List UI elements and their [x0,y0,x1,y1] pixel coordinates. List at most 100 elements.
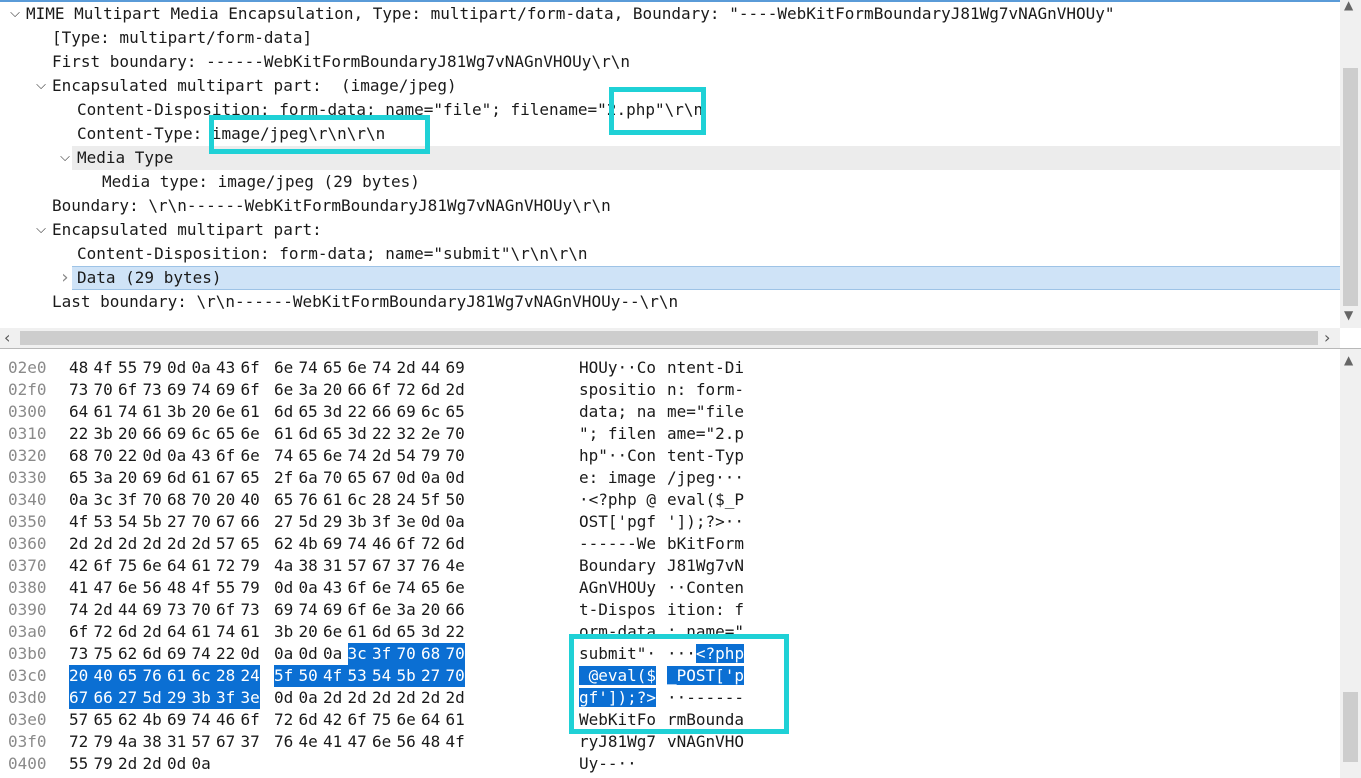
hex-byte[interactable]: 79 [94,731,113,753]
hex-byte[interactable]: 48 [167,577,186,599]
ascii-group[interactable]: ition: f [667,599,744,621]
hex-byte[interactable]: 65 [421,577,440,599]
hex-byte[interactable]: 0a [274,643,293,665]
hex-byte[interactable]: 20 [323,379,342,401]
hex-byte[interactable]: 4b [143,709,162,731]
scroll-right-icon[interactable]: › [1324,328,1330,347]
hex-byte[interactable]: 3f [216,687,241,709]
hex-byte[interactable]: 3b [274,621,293,643]
hex-byte[interactable]: 68 [69,445,88,467]
hex-byte[interactable]: 65 [274,489,293,511]
hex-byte[interactable]: 70 [445,643,465,665]
hex-byte[interactable]: 65 [94,709,113,731]
hex-byte[interactable]: 37 [241,731,260,753]
scroll-up-icon[interactable]: ▲ [1344,0,1353,12]
hex-byte[interactable]: 6f [118,379,137,401]
hex-byte[interactable]: 29 [323,511,342,533]
hex-byte[interactable]: 65 [299,445,318,467]
hex-byte[interactable]: 61 [192,467,211,489]
hex-byte[interactable]: 22 [348,401,367,423]
hex-byte[interactable]: 74 [192,709,211,731]
hex-byte[interactable]: 70 [192,599,211,621]
hex-byte[interactable]: 2e [421,423,440,445]
hex-byte[interactable]: 76 [299,489,318,511]
hex-byte[interactable]: 24 [397,489,416,511]
scroll-down-icon[interactable]: ▼ [1344,308,1353,322]
hex-byte[interactable]: 0a [421,467,440,489]
ascii-group[interactable]: bKitForm [667,533,744,555]
hex-byte[interactable]: 0d [143,445,162,467]
ascii-group[interactable]: rmBounda [667,709,744,731]
ascii-group[interactable]: me="file [667,401,744,423]
hex-byte[interactable]: 3e [397,511,416,533]
ascii-group[interactable]: orm-data [579,621,656,643]
hex-byte[interactable]: 6f [94,555,113,577]
hex-byte[interactable]: 74 [69,599,88,621]
hex-byte[interactable]: 69 [143,599,162,621]
hex-byte[interactable]: 3d [323,401,342,423]
tree-row-content-type-field[interactable]: Content-Type: image/jpeg\r\n\r\n [0,122,1340,146]
hex-byte[interactable]: 6c [421,401,440,423]
hex-byte[interactable]: 74 [299,357,318,379]
hex-byte[interactable]: 3e [240,687,260,709]
hex-byte[interactable]: 22 [372,423,391,445]
hex-byte[interactable]: 3c [94,489,113,511]
hex-byte[interactable]: 50 [298,665,323,687]
hex-byte[interactable]: 27 [274,511,293,533]
hex-byte[interactable]: 73 [167,599,186,621]
hex-byte[interactable]: 69 [216,379,235,401]
hex-byte[interactable]: 27 [421,665,446,687]
hex-byte[interactable]: 70 [192,511,211,533]
hex-byte[interactable]: 3a [397,599,416,621]
hex-byte[interactable]: 40 [241,489,260,511]
hex-byte[interactable]: 20 [421,599,440,621]
ascii-group[interactable]: n: form- [667,379,744,401]
hex-byte[interactable]: 72 [216,555,235,577]
hex-byte[interactable]: 2d [118,753,137,775]
hex-row[interactable]: 0310 22 3b 20 66 69 6c 65 6e 61 6d 65 3d 22 32 2e 70 "; f… [0,423,1340,445]
hex-byte[interactable]: 4f [192,577,211,599]
hex-byte[interactable]: 20 [192,401,211,423]
hex-byte[interactable]: 43 [216,357,235,379]
hex-byte[interactable]: 2d [94,533,113,555]
hex-byte[interactable]: 76 [274,731,293,753]
hex-byte[interactable]: 5f [421,489,440,511]
hex-byte[interactable]: 74 [118,401,137,423]
hex-byte[interactable]: 69 [167,379,186,401]
hex-row[interactable]: 0340 0a 3c 3f 70 68 70 20 40 65 76 61 6c 28 24 5f 50 ·<?p… [0,489,1340,511]
hex-byte[interactable]: 41 [69,577,88,599]
chevron-down-icon[interactable]: ⌵ [34,218,48,242]
hex-byte[interactable]: 70 [446,445,465,467]
hex-byte[interactable]: 48 [69,357,88,379]
ascii-group[interactable]: vNAGnVHO [667,731,744,753]
hex-byte[interactable]: 61 [241,401,260,423]
details-hscroll-thumb[interactable] [20,331,1318,345]
hex-byte[interactable]: 0a [69,489,88,511]
hex-byte[interactable]: 43 [192,445,211,467]
hex-byte[interactable]: 50 [446,489,465,511]
hex-byte[interactable]: 69 [143,467,162,489]
hex-byte[interactable]: 61 [192,621,211,643]
hex-byte[interactable]: 43 [323,577,342,599]
tree-row-first-boundary-field[interactable]: First boundary: ------WebKitFormBoundary… [0,50,1340,74]
hex-byte[interactable]: 0d [274,687,293,709]
hex-byte[interactable]: 74 [397,577,416,599]
hex-byte[interactable]: 61 [446,709,465,731]
hex-byte[interactable]: 62 [274,533,293,555]
hex-byte[interactable]: 56 [143,577,162,599]
hex-byte[interactable]: 70 [192,489,211,511]
hex-byte[interactable]: 3a [299,379,318,401]
hex-byte[interactable]: 6d [274,401,293,423]
hex-byte[interactable]: 69 [323,599,342,621]
hex-byte[interactable]: 54 [118,511,137,533]
tree-row-content-disposition-field[interactable]: Content-Disposition: form-data; name="su… [0,242,1340,266]
hex-byte[interactable]: 74 [216,621,235,643]
hex-byte[interactable]: 3d [421,621,440,643]
hex-byte[interactable]: 73 [241,599,260,621]
hex-byte[interactable]: 44 [421,357,440,379]
scroll-up-icon[interactable]: ▲ [1344,353,1353,367]
tree-row-last-boundary-field[interactable]: Last boundary: \r\n------WebKitFormBound… [0,290,1340,314]
chevron-down-icon[interactable]: ⌵ [8,2,22,26]
hex-byte[interactable]: 6d [372,621,391,643]
ascii-group[interactable]: ; name=" [667,621,744,643]
